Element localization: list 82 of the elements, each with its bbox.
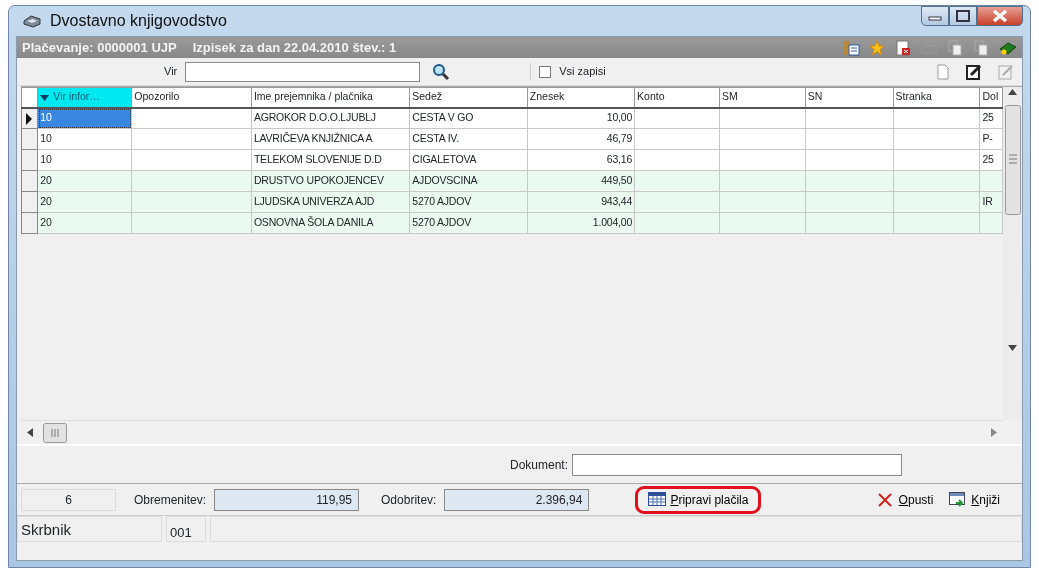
- scroll-up-icon[interactable]: [1008, 89, 1017, 95]
- app-icon: [22, 13, 42, 29]
- copy-icon[interactable]: [947, 39, 964, 56]
- table-cell: LJUDSKA UNIVERZA AJD: [251, 191, 410, 213]
- filter-label: Vir: [164, 64, 178, 80]
- table-cell: AJDOVSCINA: [409, 170, 528, 192]
- sort-icon: [40, 94, 50, 101]
- column-header[interactable]: Konto: [634, 87, 720, 108]
- filter-field[interactable]: [185, 61, 421, 82]
- table-cell: 449,50: [527, 170, 635, 192]
- status-panel: Skrbnik: [17, 516, 162, 542]
- table-cell: 20: [37, 191, 132, 213]
- search-icon[interactable]: [432, 62, 451, 81]
- document-delete-icon[interactable]: [895, 39, 912, 56]
- table-cell: CIGALETOVA: [409, 149, 528, 171]
- close-icon: [992, 9, 1008, 23]
- corner-cell: [21, 87, 38, 108]
- horizontal-scrollbar[interactable]: [21, 420, 1003, 444]
- column-header[interactable]: SN: [805, 87, 894, 108]
- all-records-checkbox[interactable]: Vsi zapisi: [530, 63, 606, 80]
- action-button[interactable]: Knjiži: [945, 488, 1004, 511]
- columns-icon[interactable]: [843, 39, 860, 56]
- table-cell: 5270 AJDOV: [409, 212, 528, 234]
- column-header[interactable]: Stranka: [893, 87, 980, 108]
- table-cell: 63,16: [527, 149, 635, 171]
- close-icon: [876, 491, 895, 508]
- column-header[interactable]: Ime prejemnika / plačnika: [251, 87, 410, 108]
- table-cell: AGROKOR D.O.O.LJUBLJ: [251, 107, 410, 129]
- column-header[interactable]: Sedež: [409, 87, 528, 108]
- edit-icon[interactable]: [966, 63, 982, 80]
- minimize-button[interactable]: [921, 6, 949, 26]
- column-header[interactable]: Vir infor…: [37, 87, 132, 108]
- table-cell: DRUSTVO UPOKOJENCEV: [251, 170, 410, 192]
- new-document-icon[interactable]: [936, 63, 950, 80]
- copy-icon[interactable]: [973, 39, 990, 56]
- table-icon: [648, 491, 667, 508]
- table-cell: 943,44: [527, 191, 635, 213]
- scroll-right-icon[interactable]: [991, 428, 997, 437]
- header-subtitle: Izpisek za dan 22.04.2010 štev.: 1: [192, 38, 397, 57]
- scroll-thumb[interactable]: [1004, 105, 1021, 215]
- column-header[interactable]: Dol: [979, 87, 1003, 108]
- column-header[interactable]: Opozorilo: [131, 87, 252, 108]
- table-cell: CESTA IV.: [409, 128, 528, 150]
- debit-label: Obremenitev:: [134, 491, 207, 509]
- debit-value: 119,95: [214, 488, 360, 511]
- table-cell: TELEKOM SLOVENIJE D.D: [251, 149, 410, 171]
- table-cell: IR: [979, 191, 1003, 213]
- table-cell: 25: [979, 149, 1003, 171]
- star-icon[interactable]: [869, 39, 886, 56]
- column-header[interactable]: SM: [719, 87, 806, 108]
- close-button[interactable]: [977, 6, 1023, 26]
- checkbox-icon: [539, 65, 552, 78]
- status-panel: 001: [166, 516, 206, 542]
- table-cell: 1.004,00: [527, 212, 635, 234]
- column-header[interactable]: Znesek: [527, 87, 635, 108]
- document-field[interactable]: [572, 453, 902, 476]
- action-button[interactable]: Pripravi plačila: [635, 485, 762, 514]
- table-cell: 20: [37, 170, 132, 192]
- action-button[interactable]: Opusti: [872, 488, 938, 511]
- scroll-left-icon[interactable]: [27, 428, 33, 437]
- scroll-down-icon[interactable]: [1008, 345, 1017, 351]
- record-count: 6: [21, 488, 116, 511]
- maximize-button[interactable]: [949, 6, 977, 26]
- table-cell: 20: [37, 212, 132, 234]
- table-cell: 10: [37, 149, 132, 171]
- vertical-scrollbar[interactable]: [1003, 87, 1022, 420]
- table-cell: 46,79: [527, 128, 635, 150]
- table-cell: 25: [979, 107, 1003, 129]
- maximize-icon: [956, 10, 970, 22]
- credit-label: Odobritev:: [381, 491, 437, 509]
- table-cell: CESTA V GO: [409, 107, 528, 129]
- table-cell: 5270 AJDOV: [409, 191, 528, 213]
- header-title: Plačevanje: 0000001 UJP: [22, 38, 177, 57]
- table-cell: P-: [979, 128, 1003, 150]
- table-cell: OSNOVNA ŠOLA DANILA: [251, 212, 410, 234]
- scroll-thumb[interactable]: [43, 422, 67, 443]
- table-cell: 10,00: [527, 107, 635, 129]
- table-cell: LAVRIČEVA KNJIŽNICA A: [251, 128, 410, 150]
- credit-value: 2.396,94: [444, 488, 590, 511]
- document-label: Dokument:: [509, 456, 568, 474]
- table-cell: 10: [37, 128, 132, 150]
- window-title: Dvostavno knjigovodstvo: [50, 11, 227, 31]
